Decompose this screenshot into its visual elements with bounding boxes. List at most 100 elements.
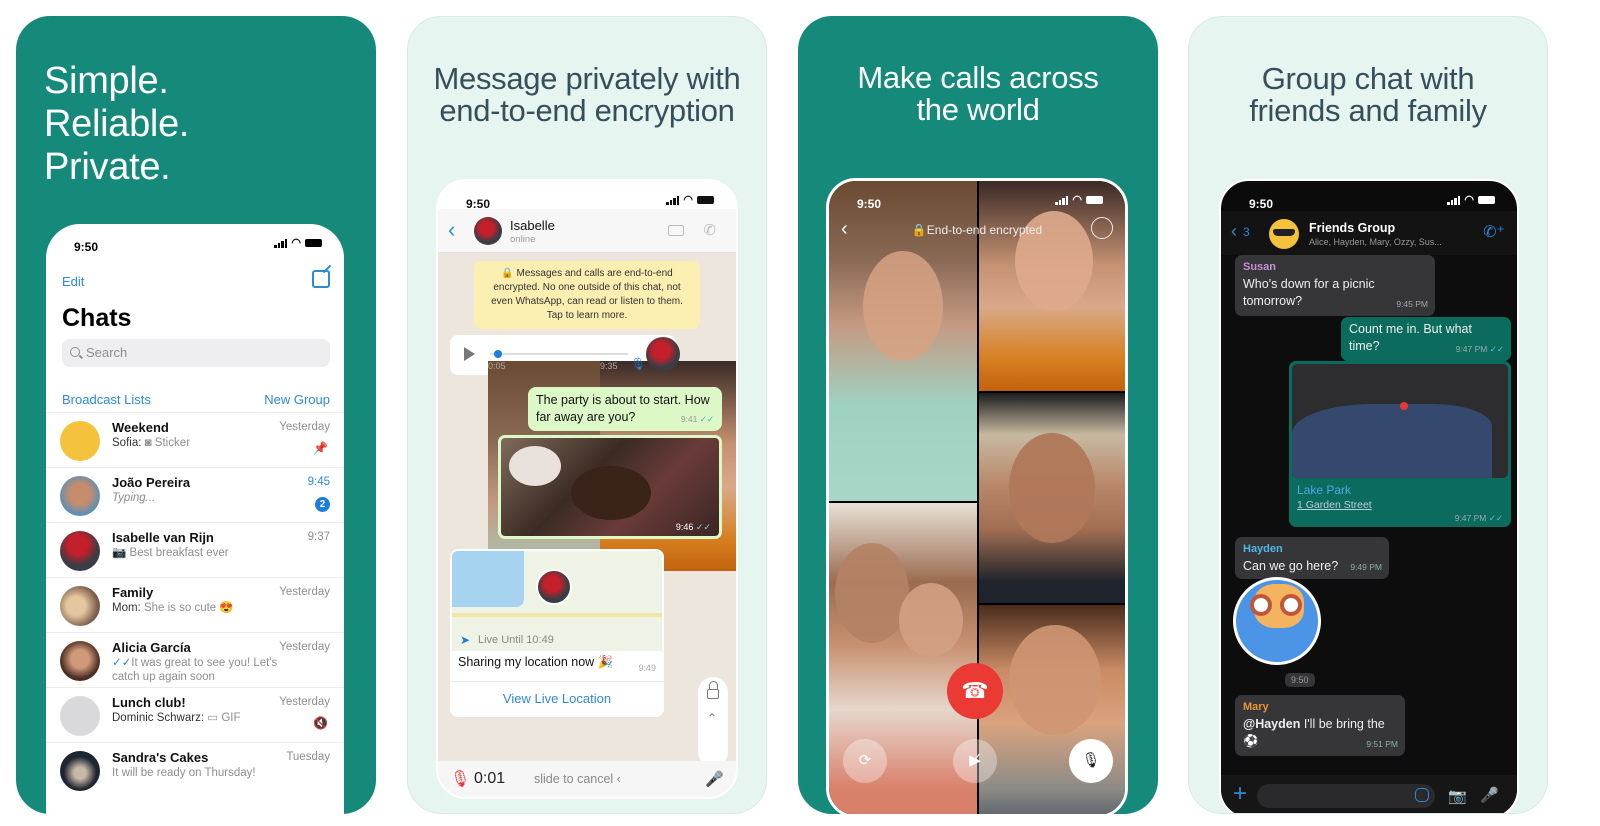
chat-time: Yesterday — [279, 696, 330, 708]
promo-panel-encryption: Message privately with end-to-end encryp… — [407, 16, 767, 814]
message-time: 9:45 PM — [1396, 299, 1428, 309]
chat-row-isabelle[interactable]: Isabelle van Rijn 📷 Best breakfast ever … — [46, 522, 344, 577]
compose-icon[interactable] — [312, 270, 330, 288]
double-check-icon: ✓✓ — [1488, 513, 1503, 523]
chat-preview: Typing... — [112, 492, 156, 504]
message-input[interactable] — [1257, 784, 1435, 808]
avatar — [60, 421, 100, 461]
chat-time: Yesterday — [279, 641, 330, 653]
wifi-icon: ◠ — [291, 237, 301, 249]
contact-name[interactable]: Isabelle — [510, 218, 555, 233]
location-avatar — [536, 569, 572, 605]
group-avatar — [60, 696, 100, 736]
message-time: 9:50 — [1285, 673, 1315, 687]
map-water — [452, 551, 524, 607]
mic-icon[interactable]: 🎤 — [1480, 786, 1499, 804]
chat-row-family[interactable]: Family Mom: She is so cute 😍 Yesterday — [46, 577, 344, 632]
back-chevron-icon[interactable]: ‹ — [448, 219, 455, 241]
participant-face — [835, 543, 909, 643]
video-off-button[interactable]: ▶̸ — [953, 739, 997, 783]
composer-bar: + 📷 🎤 — [1221, 775, 1517, 813]
new-group-link[interactable]: New Group — [264, 392, 330, 407]
location-map[interactable] — [452, 551, 662, 629]
camera-icon[interactable]: 📷 — [1448, 787, 1467, 805]
double-check-icon: ✓✓ — [1489, 344, 1504, 354]
encryption-notice[interactable]: 🔒 Messages and calls are end-to-end encr… — [474, 261, 700, 329]
phone-call-icon[interactable]: ✆ — [703, 221, 716, 239]
promo-panel-group-chat: Group chat with friends and family 9:50 … — [1188, 16, 1548, 814]
chat-preview: GIF — [221, 712, 241, 724]
add-call-icon[interactable]: ✆⁺ — [1483, 222, 1505, 242]
unread-badge: 2 — [315, 497, 330, 512]
chat-name: Alicia García — [112, 640, 191, 655]
chats-screen: 9:50 ◠ Edit Chats Search Broadcast Lists… — [46, 224, 344, 814]
headline-line: the world — [916, 92, 1040, 127]
location-place[interactable]: Lake Park — [1297, 483, 1351, 497]
sticker-binocular — [1280, 594, 1302, 616]
chat-row-weekend[interactable]: Weekend Sofia: ◙ Sticker Yesterday 📌 — [46, 412, 344, 467]
chat-row-alicia[interactable]: Alicia García ✓✓It was great to see you!… — [46, 632, 344, 687]
message-time: 9:47 PM — [1454, 513, 1487, 523]
back-unread-count[interactable]: 3 — [1243, 225, 1250, 239]
group-avatar[interactable] — [1269, 219, 1299, 249]
location-address[interactable]: 1 Garden Street — [1297, 499, 1372, 511]
chat-row-lunch-club[interactable]: Lunch club! Dominic Schwarz: ▭ GIF Yeste… — [46, 687, 344, 742]
voice-message[interactable]: 0:05 9:35 🎙 — [450, 335, 736, 681]
avatar — [60, 586, 100, 626]
view-live-location-button[interactable]: View Live Location — [450, 681, 664, 717]
sticker-icon: ◙ — [144, 437, 152, 449]
voice-progress-track[interactable] — [490, 350, 628, 358]
recording-lock[interactable]: ⌃ — [698, 677, 728, 767]
voice-progress-handle[interactable] — [493, 350, 502, 358]
chat-wallpaper: Susan Who's down for a picnic tomorrow? … — [1221, 255, 1517, 775]
plus-icon[interactable]: + — [1233, 781, 1247, 807]
slide-to-cancel[interactable]: slide to cancel ‹ — [534, 772, 621, 786]
chat-row-sandras-cakes[interactable]: Sandra's Cakes It will be ready on Thurs… — [46, 742, 344, 797]
panel-headline: Make calls across the world — [798, 62, 1158, 126]
message-time: 9:49 PM — [1350, 562, 1382, 572]
pin-icon: 📌 — [313, 441, 328, 455]
chat-sender: Dominic Schwarz: — [112, 712, 205, 724]
play-icon[interactable] — [464, 347, 475, 361]
search-icon — [70, 347, 80, 357]
chat-preview: It was great to see you! Let's catch up … — [112, 657, 278, 683]
gif-icon: ▭ — [207, 712, 219, 724]
mention[interactable]: @Hayden — [1243, 717, 1300, 731]
double-check-icon: ✓✓ — [112, 657, 132, 669]
promo-panel-simple: Simple. Reliable. Private. 9:50 ◠ Edit C… — [16, 16, 376, 814]
sticker-icon[interactable] — [1415, 788, 1429, 802]
lock-icon: 🔒 — [911, 223, 927, 237]
sender-name: Hayden — [1243, 543, 1283, 555]
group-name[interactable]: Friends Group — [1309, 221, 1395, 235]
panel-headline: Group chat with friends and family — [1189, 63, 1547, 127]
promo-panel-calls: Make calls across the world 9:50 ◠ ‹ 🔒En… — [798, 16, 1158, 814]
video-call-icon[interactable] — [668, 225, 684, 236]
chat-name: Family — [112, 585, 154, 600]
sticker-message[interactable] — [1233, 577, 1321, 665]
search-input[interactable]: Search — [62, 339, 330, 367]
broadcast-lists-link[interactable]: Broadcast Lists — [62, 392, 151, 407]
flip-camera-button[interactable]: ⟳ — [843, 739, 887, 783]
chat-name: João Pereira — [112, 475, 191, 490]
edit-button[interactable]: Edit — [62, 274, 84, 289]
chat-time: Yesterday — [279, 586, 330, 598]
mute-button[interactable]: 🎙 — [1069, 739, 1113, 783]
chat-row-joao[interactable]: João Pereira Typing... 9:45 2 — [46, 467, 344, 522]
location-map[interactable] — [1292, 364, 1508, 478]
photo-message[interactable]: 9:46 ✓✓ — [498, 435, 722, 539]
back-chevron-icon[interactable]: ‹ — [1231, 221, 1237, 242]
group-header: ‹ 3 Friends Group Alice, Hayden, Mary, O… — [1221, 211, 1517, 255]
contact-avatar[interactable] — [474, 217, 502, 245]
battery-icon — [305, 239, 322, 247]
end-call-button[interactable]: ☎ — [947, 663, 1003, 719]
battery-icon — [1086, 196, 1103, 204]
participant-face — [1009, 433, 1095, 543]
message-time: 9:46 — [675, 522, 694, 532]
recording-mic-icon: 🎙 — [450, 771, 471, 788]
group-chat-screen: 9:50 ◠ ‹ 3 Friends Group Alice, Hayden, … — [1219, 179, 1519, 813]
add-participant-icon[interactable] — [1091, 217, 1113, 239]
chat-time: 9:45 — [307, 476, 330, 488]
chat-time: Yesterday — [279, 421, 330, 433]
location-message[interactable]: Lake Park 1 Garden Street 9:47 PM ✓✓ — [1289, 361, 1511, 527]
mic-button-icon[interactable]: 🎤 — [705, 770, 724, 788]
